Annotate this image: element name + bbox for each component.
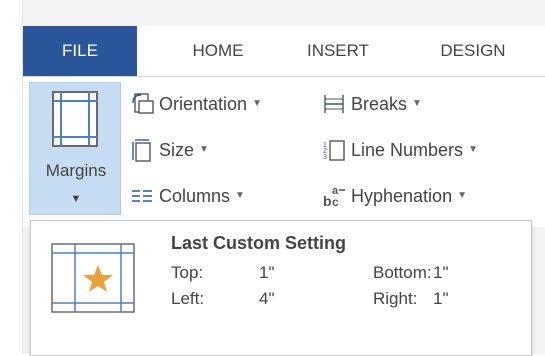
breaks-icon	[321, 91, 351, 117]
top-label: Top:	[171, 263, 204, 282]
margins-label: Margins	[45, 161, 107, 180]
chevron-down-icon: ▼	[199, 144, 209, 155]
window-edge	[0, 0, 22, 354]
bottom-value: 1"	[433, 263, 449, 282]
orientation-label: Orientation	[159, 94, 248, 114]
svg-text:3: 3	[323, 154, 327, 161]
tab-home[interactable]: HOME	[173, 26, 263, 76]
custom-margins-star-icon	[51, 243, 135, 313]
hyphenation-label: Hyphenation	[351, 186, 453, 206]
size-icon	[129, 137, 159, 163]
orientation-button[interactable]: Orientation ▼	[129, 91, 262, 117]
orientation-icon	[129, 91, 159, 117]
tab-design[interactable]: DESIGN	[423, 26, 523, 76]
bottom-label: Bottom:	[373, 263, 432, 282]
svg-text:b: b	[323, 193, 332, 209]
ribbon: FILE HOME INSERT DESIGN Margins ▼ Orient…	[22, 0, 545, 356]
breaks-button[interactable]: Breaks ▼	[321, 91, 422, 117]
left-label: Left:	[171, 289, 205, 308]
columns-button[interactable]: Columns ▼	[129, 183, 245, 209]
size-button[interactable]: Size ▼	[129, 137, 209, 163]
svg-text:a: a	[332, 185, 339, 197]
chevron-down-icon: ▼	[468, 144, 478, 155]
margins-button[interactable]: Margins ▼	[29, 82, 121, 215]
right-label: Right:	[373, 289, 418, 308]
ribbon-tabs: FILE HOME INSERT DESIGN	[23, 26, 545, 77]
svg-text:c: c	[332, 195, 339, 209]
chevron-down-icon: ▼	[457, 190, 467, 201]
setting-title: Last Custom Setting	[171, 233, 347, 253]
chevron-down-icon: ▼	[412, 98, 422, 109]
line-numbers-label: Line Numbers	[351, 140, 464, 160]
margins-option-last-custom[interactable]: Last Custom Setting Top: 1" Bottom: 1" L…	[31, 221, 531, 331]
hyphenation-icon: b c a	[321, 183, 351, 209]
breaks-label: Breaks	[351, 94, 408, 114]
chevron-down-icon: ▼	[252, 98, 262, 109]
chevron-down-icon: ▼	[70, 193, 82, 205]
margins-dropdown: Last Custom Setting Top: 1" Bottom: 1" L…	[30, 220, 532, 356]
line-numbers-icon: 1 2 3	[321, 137, 351, 163]
margins-icon	[52, 91, 98, 147]
columns-icon	[129, 183, 159, 209]
tab-file[interactable]: FILE	[23, 26, 137, 76]
size-label: Size	[159, 140, 195, 160]
right-value: 1"	[433, 289, 449, 308]
left-value: 4"	[259, 289, 275, 308]
margins-row-top: Top: 1" Bottom: 1"	[171, 263, 511, 285]
columns-label: Columns	[159, 186, 231, 206]
page-setup-group: Margins ▼ Orientation ▼ Size ▼ Columns ▼…	[23, 77, 545, 227]
hyphenation-button[interactable]: b c a Hyphenation ▼	[321, 183, 467, 209]
line-numbers-button[interactable]: 1 2 3 Line Numbers ▼	[321, 137, 478, 163]
margins-row-left: Left: 4" Right: 1"	[171, 289, 511, 311]
top-value: 1"	[259, 263, 275, 282]
chevron-down-icon: ▼	[235, 190, 245, 201]
tab-insert[interactable]: INSERT	[293, 26, 383, 76]
